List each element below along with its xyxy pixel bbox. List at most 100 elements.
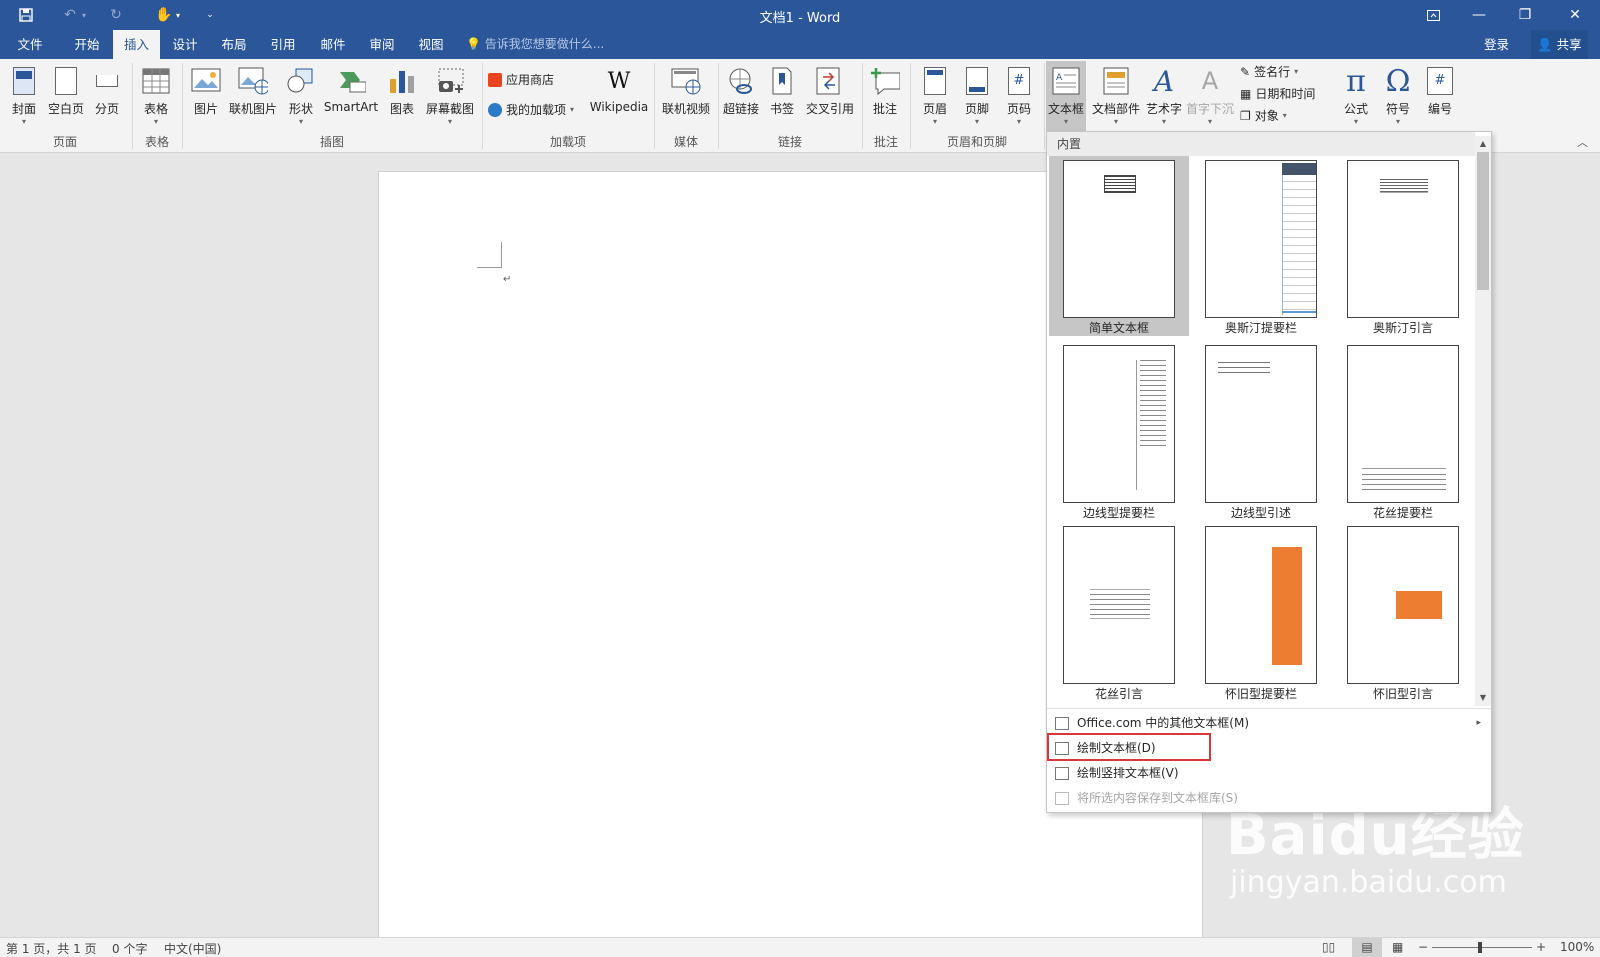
- tab-view[interactable]: 视图: [410, 30, 452, 59]
- scroll-down-icon[interactable]: ▼: [1477, 692, 1489, 704]
- collapse-ribbon-icon[interactable]: ︿: [1577, 134, 1588, 150]
- online-pictures-button[interactable]: 联机图片: [228, 61, 278, 131]
- omega-icon: Ω: [1385, 63, 1411, 99]
- page-number-button[interactable]: # 页码 ▾: [1002, 61, 1036, 131]
- drop-cap-label: 首字下沉: [1186, 102, 1235, 116]
- tell-me-search[interactable]: 💡 告诉我您想要做什么...: [466, 30, 604, 59]
- footer-button[interactable]: 页脚 ▾: [960, 61, 994, 131]
- thumbnail-page: [1063, 345, 1175, 503]
- my-addins-button[interactable]: 我的加载项 ▾: [488, 99, 574, 121]
- gallery-item-retro-sidebar[interactable]: 怀旧型提要栏: [1191, 522, 1331, 702]
- screenshot-button[interactable]: 屏幕截图 ▾: [424, 61, 476, 131]
- gallery-separator: [1047, 708, 1491, 709]
- bookmark-button[interactable]: 书签: [766, 61, 798, 131]
- chart-button[interactable]: 图表: [386, 61, 418, 131]
- equation-button[interactable]: π 公式 ▾: [1338, 61, 1374, 131]
- tab-file[interactable]: 文件: [10, 30, 50, 59]
- drop-cap-button[interactable]: A 首字下沉 ▾: [1186, 61, 1234, 131]
- hyperlink-button[interactable]: 超链接: [720, 61, 762, 131]
- language[interactable]: 中文(中国): [164, 940, 221, 957]
- gallery-item-austin-sidebar[interactable]: 奥斯汀提要栏: [1191, 156, 1331, 336]
- gallery-item-austin-quote[interactable]: 奥斯汀引言: [1333, 156, 1473, 336]
- cover-page-button[interactable]: 封面 ▾: [8, 61, 40, 131]
- zoom-slider-thumb[interactable]: [1478, 942, 1482, 953]
- group-label-links: 链接: [777, 135, 802, 149]
- close-icon[interactable]: ✕: [1552, 0, 1598, 30]
- dropdown-arrow-icon: ▾: [974, 117, 979, 126]
- wikipedia-button[interactable]: W Wikipedia: [588, 61, 650, 131]
- zoom-slider[interactable]: [1432, 947, 1532, 948]
- smartart-label: SmartArt: [323, 100, 379, 114]
- zoom-level[interactable]: 100%: [1560, 940, 1594, 954]
- person-icon: 👤: [1537, 37, 1553, 52]
- gallery-scrollbar[interactable]: ▲ ▼: [1475, 136, 1491, 706]
- object-button[interactable]: ❐ 对象 ▾: [1240, 105, 1287, 127]
- login-link[interactable]: 登录: [1484, 30, 1509, 59]
- header-button[interactable]: 页眉 ▾: [918, 61, 952, 131]
- gallery-item-sideline-quote[interactable]: 边线型引述: [1191, 341, 1331, 521]
- signature-line-button[interactable]: ✎ 签名行 ▾: [1240, 61, 1298, 83]
- number-button[interactable]: # 编号: [1422, 61, 1458, 131]
- shapes-icon: [286, 64, 316, 98]
- gallery-item-filigree-sidebar[interactable]: 花丝提要栏: [1333, 341, 1473, 521]
- smartart-button[interactable]: SmartArt: [323, 61, 379, 131]
- text-box-button[interactable]: A 文本框 ▾: [1046, 61, 1086, 131]
- share-button[interactable]: 👤 共享: [1531, 30, 1588, 59]
- web-layout-icon[interactable]: ▦: [1392, 940, 1403, 954]
- tab-mailings[interactable]: 邮件: [312, 30, 354, 59]
- group-label-illustrations: 插图: [319, 135, 344, 149]
- tell-me-text: 告诉我您想要做什么...: [484, 37, 605, 51]
- print-layout-icon[interactable]: ▤: [1352, 938, 1382, 957]
- restore-icon[interactable]: ❐: [1502, 0, 1548, 30]
- wikipedia-label: Wikipedia: [589, 100, 649, 114]
- word-count[interactable]: 0 个字: [112, 940, 147, 957]
- group-label-comments: 批注: [873, 135, 898, 149]
- date-time-button[interactable]: ▦ 日期和时间: [1240, 83, 1315, 105]
- scroll-thumb[interactable]: [1477, 152, 1489, 290]
- gallery-item-retro-quote[interactable]: 怀旧型引言: [1333, 522, 1473, 702]
- zoom-in-icon[interactable]: +: [1536, 940, 1546, 954]
- zoom-out-icon[interactable]: −: [1418, 940, 1428, 954]
- page-number-label: 页码: [1006, 102, 1031, 116]
- dropdown-arrow-icon: ▾: [153, 117, 158, 126]
- lightbulb-icon: 💡: [466, 37, 481, 51]
- save-to-gallery-item[interactable]: 将所选内容保存到文本框库(S): [1047, 786, 1491, 811]
- table-button[interactable]: 表格 ▾: [140, 61, 172, 131]
- pictures-button[interactable]: 图片: [190, 61, 222, 131]
- dropdown-arrow-icon: ▾: [21, 117, 26, 126]
- tab-references[interactable]: 引用: [262, 30, 304, 59]
- read-mode-icon[interactable]: ▯▯: [1322, 940, 1335, 954]
- dropdown-arrow-icon: ▾: [1294, 67, 1299, 76]
- save-gallery-icon: [1055, 792, 1069, 805]
- minimize-icon[interactable]: —: [1456, 0, 1502, 30]
- quick-parts-button[interactable]: 文档部件 ▾: [1090, 61, 1142, 131]
- page-number-icon: #: [1004, 64, 1034, 98]
- page-break-button[interactable]: 分页: [92, 61, 122, 131]
- scroll-up-icon[interactable]: ▲: [1477, 138, 1489, 150]
- gallery-item-simple[interactable]: 简单文本框: [1049, 156, 1189, 336]
- menu-item-label: Office.com 中的其他文本框(M): [1077, 716, 1250, 730]
- tab-insert[interactable]: 插入: [113, 30, 160, 59]
- ribbon-display-icon[interactable]: [1410, 0, 1456, 30]
- screenshot-label: 屏幕截图: [425, 102, 474, 116]
- cross-reference-button[interactable]: 交叉引用: [804, 61, 856, 131]
- comment-button[interactable]: 批注: [868, 61, 902, 131]
- screenshot-icon: [435, 64, 465, 98]
- blank-page-button[interactable]: 空白页: [46, 61, 86, 131]
- symbol-button[interactable]: Ω 符号 ▾: [1380, 61, 1416, 131]
- gallery-item-sideline-sidebar[interactable]: 边线型提要栏: [1049, 341, 1189, 521]
- vertical-textbox-icon: [1055, 767, 1069, 780]
- shapes-button[interactable]: 形状 ▾: [285, 61, 317, 131]
- tab-design[interactable]: 设计: [164, 30, 206, 59]
- tab-home[interactable]: 开始: [66, 30, 108, 59]
- store-button[interactable]: 应用商店: [488, 69, 554, 91]
- gallery-item-filigree-quote[interactable]: 花丝引言: [1049, 522, 1189, 702]
- page-count[interactable]: 第 1 页，共 1 页: [6, 940, 97, 957]
- cross-reference-icon: [815, 64, 845, 98]
- tab-review[interactable]: 审阅: [361, 30, 403, 59]
- draw-vertical-textbox-item[interactable]: 绘制竖排文本框(V): [1047, 761, 1491, 786]
- signature-label: 签名行: [1254, 65, 1291, 79]
- tab-layout[interactable]: 布局: [213, 30, 255, 59]
- wordart-button[interactable]: A 艺术字 ▾: [1144, 61, 1184, 131]
- online-video-button[interactable]: 联机视频: [660, 61, 712, 131]
